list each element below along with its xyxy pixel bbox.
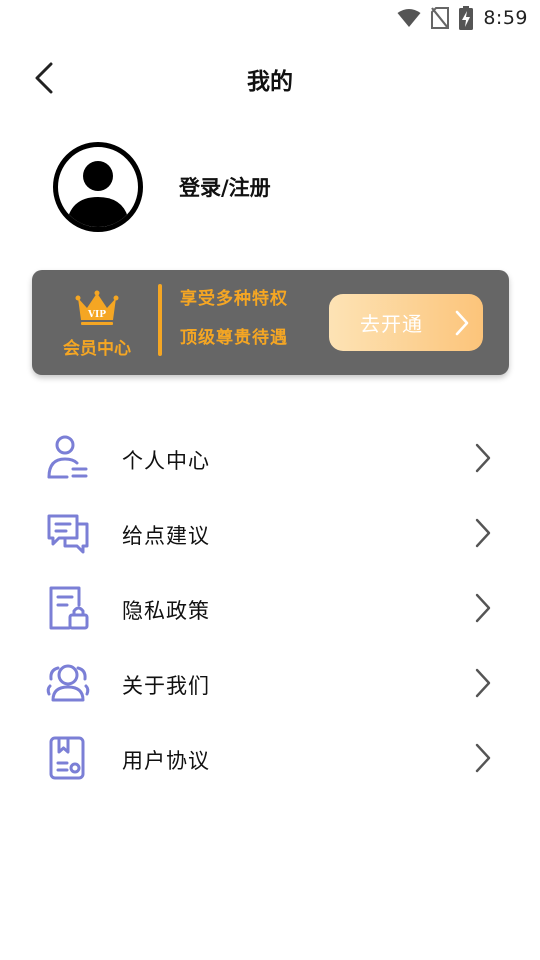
status-bar: 8:59 — [0, 0, 540, 36]
agreement-document-icon — [45, 735, 91, 781]
activate-vip-label: 去开通 — [360, 312, 423, 336]
user-avatar-icon — [58, 147, 138, 227]
vip-perks: 享受多种特权 顶级尊贵待遇 — [180, 284, 288, 348]
menu-item-label: 个人中心 — [122, 449, 210, 473]
vip-center-label: 会员中心 — [63, 339, 131, 359]
menu-item-feedback[interactable]: 给点建议 — [0, 496, 540, 571]
feedback-chat-icon — [45, 510, 91, 556]
status-icons: 8:59 — [397, 5, 528, 31]
vip-badge: VIP 会员中心 — [54, 290, 140, 359]
user-profile-icon — [45, 435, 91, 481]
menu-item-privacy-policy[interactable]: 隐私政策 — [0, 571, 540, 646]
privacy-lock-icon — [45, 585, 91, 631]
chevron-right-icon — [455, 310, 469, 340]
wifi-icon — [397, 8, 421, 28]
vip-perk: 顶级尊贵待遇 — [180, 328, 288, 348]
avatar[interactable] — [53, 142, 143, 232]
menu-item-label: 用户协议 — [122, 749, 210, 773]
header: 我的 — [0, 50, 540, 108]
status-time: 8:59 — [483, 7, 528, 29]
menu-item-label: 给点建议 — [122, 524, 210, 548]
menu-item-user-agreement[interactable]: 用户协议 — [0, 721, 540, 796]
chevron-right-icon — [474, 743, 492, 777]
vip-card[interactable]: VIP 会员中心 享受多种特权 顶级尊贵待遇 去开通 — [32, 270, 509, 375]
menu-item-personal-center[interactable]: 个人中心 — [0, 421, 540, 496]
page-title: 我的 — [247, 69, 293, 95]
vip-badge-text: VIP — [87, 310, 106, 320]
profile-section: 登录/注册 — [53, 142, 271, 232]
group-users-icon — [45, 660, 91, 706]
chevron-right-icon — [474, 668, 492, 702]
vip-crown-icon: VIP — [75, 290, 119, 330]
vip-divider — [158, 284, 162, 356]
activate-vip-button[interactable]: 去开通 — [329, 294, 483, 351]
menu-item-label: 隐私政策 — [122, 599, 210, 623]
menu-item-label: 关于我们 — [122, 674, 210, 698]
chevron-right-icon — [474, 518, 492, 552]
login-register-link[interactable]: 登录/注册 — [179, 172, 271, 202]
chevron-right-icon — [474, 593, 492, 627]
menu-item-about-us[interactable]: 关于我们 — [0, 646, 540, 721]
no-sim-icon — [431, 7, 450, 29]
vip-perk: 享受多种特权 — [180, 289, 288, 309]
settings-menu: 个人中心 给点建议 隐私政策 关于我们 用户协议 — [0, 421, 540, 796]
chevron-right-icon — [474, 443, 492, 477]
battery-charging-icon — [459, 6, 474, 30]
